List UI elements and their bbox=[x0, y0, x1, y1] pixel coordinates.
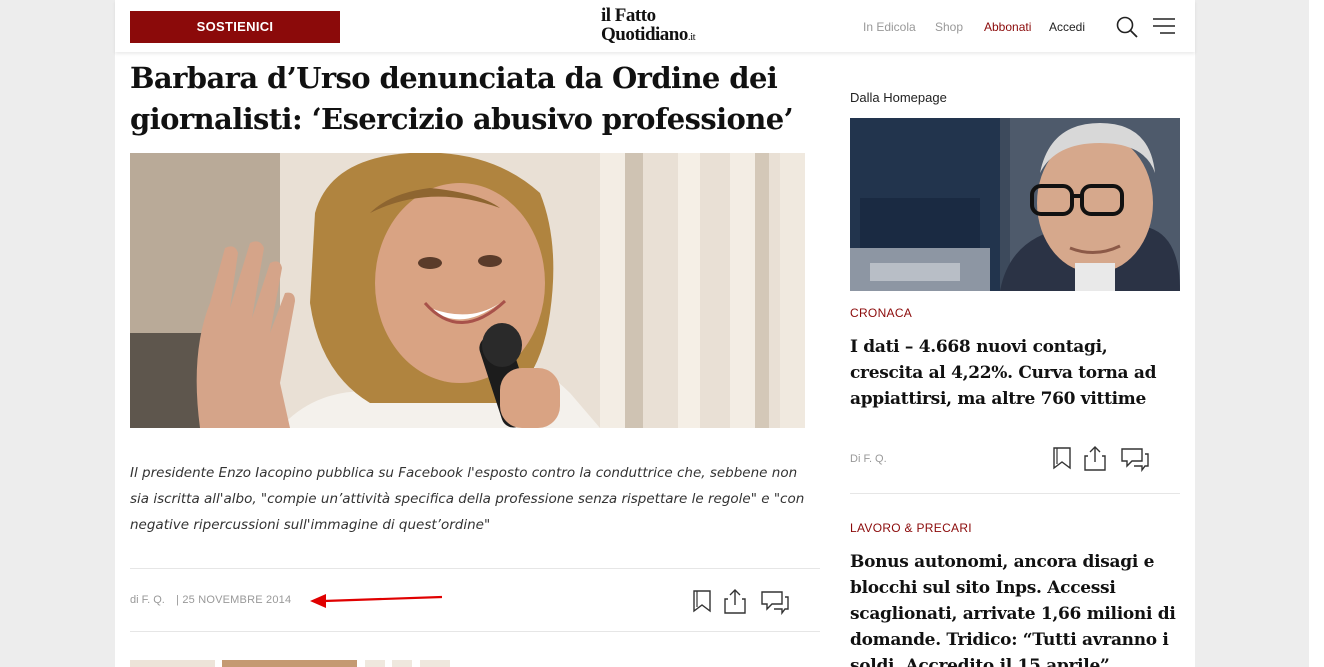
article-actions bbox=[693, 589, 789, 615]
scrollbar-track[interactable] bbox=[1309, 0, 1324, 667]
nav-accedi[interactable]: Accedi bbox=[1049, 20, 1085, 34]
next-article-image[interactable] bbox=[130, 660, 450, 667]
sidebar-news-image[interactable] bbox=[850, 118, 1180, 291]
comments-icon[interactable] bbox=[1121, 448, 1149, 472]
nav-shop[interactable]: Shop bbox=[935, 20, 963, 34]
sidebar-item-category[interactable]: LAVORO & PRECARI bbox=[850, 521, 972, 535]
comments-icon[interactable] bbox=[761, 591, 789, 615]
bookmark-icon[interactable] bbox=[693, 590, 711, 613]
search-icon[interactable] bbox=[1115, 15, 1139, 39]
bookmark-icon[interactable] bbox=[1053, 447, 1071, 470]
nav-abbonati[interactable]: Abbonati bbox=[984, 20, 1031, 34]
page-container: SOSTIENICI il Fatto Quotidiano.it In Edi… bbox=[115, 0, 1195, 667]
divider bbox=[130, 568, 820, 569]
site-logo[interactable]: il Fatto Quotidiano.it bbox=[601, 5, 711, 47]
article-hero-image bbox=[130, 153, 805, 428]
article-lead: Il presidente Enzo Iacopino pubblica su … bbox=[130, 465, 805, 533]
logo-line-2: Quotidiano.it bbox=[601, 24, 696, 46]
sidebar-item-category[interactable]: CRONACA bbox=[850, 306, 912, 320]
article-date: | 25 NOVEMBRE 2014 bbox=[176, 594, 292, 606]
menu-icon[interactable] bbox=[1152, 16, 1176, 36]
divider bbox=[130, 631, 820, 632]
support-button[interactable]: SOSTIENICI bbox=[130, 11, 340, 43]
logo-suffix: .it bbox=[687, 31, 696, 43]
article-byline[interactable]: di F. Q. bbox=[130, 594, 165, 606]
logo-name: Quotidiano bbox=[601, 24, 688, 45]
sidebar-item-actions bbox=[1053, 446, 1149, 472]
nav-in-edicola[interactable]: In Edicola bbox=[863, 20, 916, 34]
annotation-arrow-icon bbox=[310, 594, 443, 608]
share-icon[interactable] bbox=[1084, 446, 1106, 471]
site-header: SOSTIENICI il Fatto Quotidiano.it In Edi… bbox=[115, 0, 1195, 52]
sidebar-item-byline[interactable]: Di F. Q. bbox=[850, 453, 887, 465]
article-title: Barbara d’Urso denunciata da Ordine dei … bbox=[130, 61, 794, 136]
sidebar-section-label: Dalla Homepage bbox=[850, 90, 947, 105]
share-icon[interactable] bbox=[724, 589, 746, 614]
sidebar-item-title[interactable]: I dati – 4.668 nuovi contagi, crescita a… bbox=[850, 334, 1180, 412]
sidebar-item-title[interactable]: Bonus autonomi, ancora disagi e blocchi … bbox=[850, 549, 1180, 667]
divider bbox=[850, 493, 1180, 494]
